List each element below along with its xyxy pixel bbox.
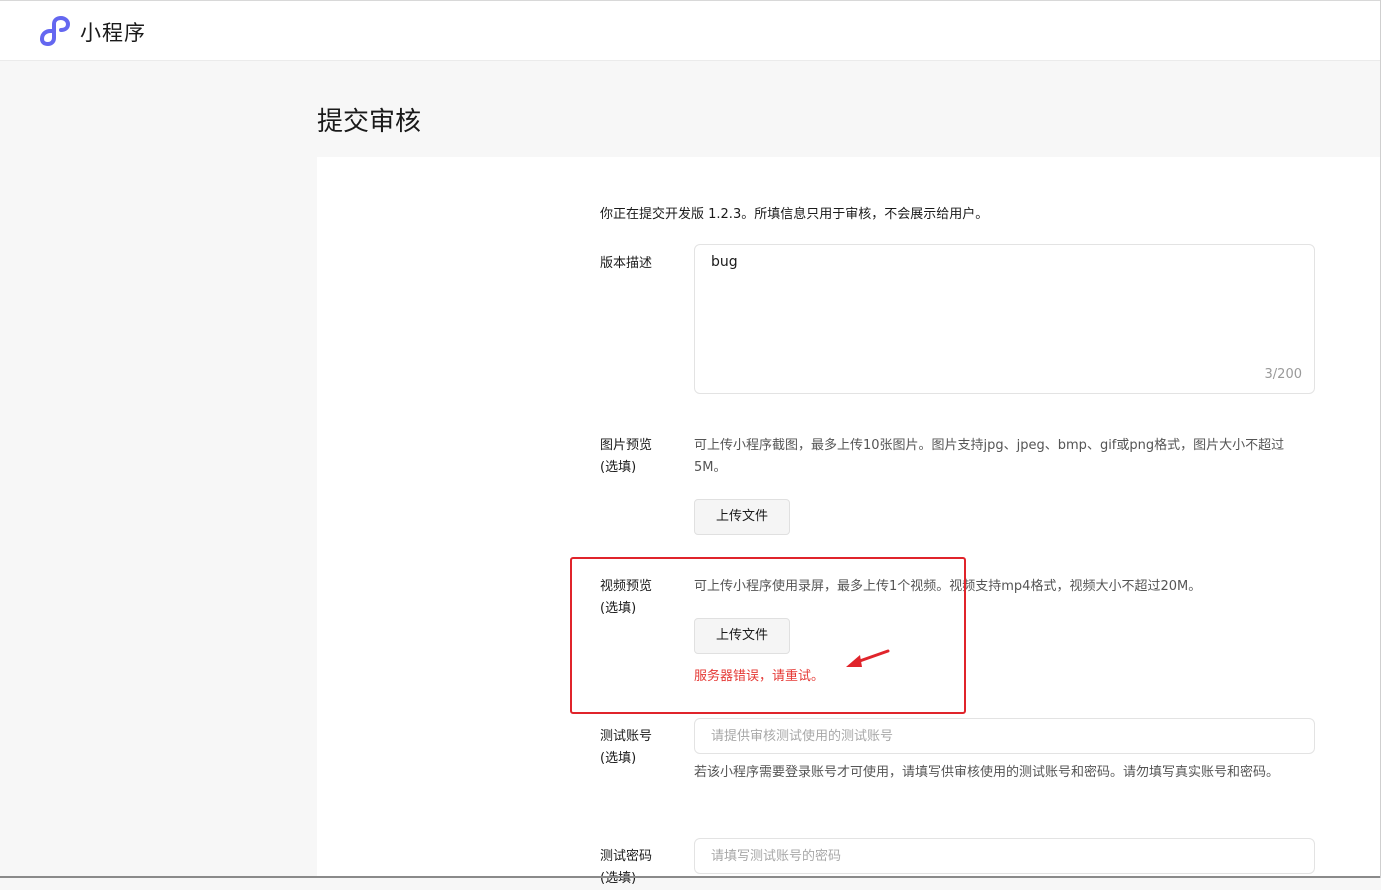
test-account-label: 测试账号 (选填)	[600, 726, 652, 770]
test-account-input[interactable]	[694, 718, 1315, 754]
test-account-label-text: 测试账号	[600, 729, 653, 744]
description-value: bug	[711, 254, 738, 270]
test-account-hint: 若该小程序需要登录账号才可使用，请填写供审核使用的测试账号和密码。请勿填写真实账…	[694, 765, 1280, 780]
upload-image-button[interactable]: 上传文件	[694, 499, 790, 535]
test-password-optional: (选填)	[600, 871, 637, 886]
test-password-label-text: 测试密码	[600, 849, 653, 864]
mini-program-logo-icon[interactable]	[38, 15, 72, 47]
image-preview-label: 图片预览 (选填)	[600, 435, 652, 479]
image-preview-label-text: 图片预览	[600, 438, 653, 453]
description-label-text: 版本描述	[600, 256, 653, 271]
red-arrow-icon	[846, 649, 890, 667]
top-bar: 小程序	[0, 0, 1381, 61]
test-password-input[interactable]	[694, 838, 1315, 874]
image-preview-optional: (选填)	[600, 460, 637, 475]
test-account-optional: (选填)	[600, 751, 637, 766]
description-label: 版本描述	[600, 253, 652, 275]
test-password-label: 测试密码 (选填)	[600, 846, 652, 890]
description-textarea[interactable]: bug 3/200	[694, 244, 1315, 394]
brand-name[interactable]: 小程序	[80, 17, 146, 47]
image-preview-hint: 可上传小程序截图，最多上传10张图片。图片支持jpg、jpeg、bmp、gif或…	[694, 438, 1285, 475]
intro-text: 你正在提交开发版 1.2.3。所填信息只用于审核，不会展示给用户。	[600, 207, 989, 222]
annotation-highlight-box	[570, 557, 966, 714]
description-char-counter: 3/200	[1264, 367, 1302, 382]
page-title: 提交审核	[317, 107, 422, 137]
